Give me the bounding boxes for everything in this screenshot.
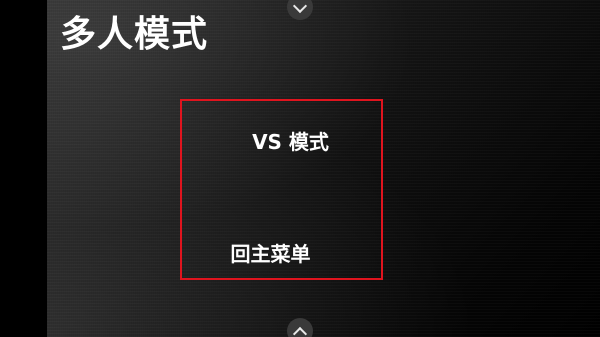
chevron-up-icon — [292, 326, 308, 337]
vs-mode-button[interactable]: VS 模式 — [182, 128, 381, 156]
menu-selection-box: VS 模式 回主菜单 — [180, 99, 383, 280]
game-screen: 多人模式 VS 模式 回主菜单 — [0, 0, 600, 337]
page-title: 多人模式 — [60, 14, 209, 55]
main-menu-button[interactable]: 回主菜单 — [182, 240, 381, 268]
scroll-down-button[interactable] — [287, 318, 313, 337]
chevron-down-icon — [292, 0, 308, 14]
